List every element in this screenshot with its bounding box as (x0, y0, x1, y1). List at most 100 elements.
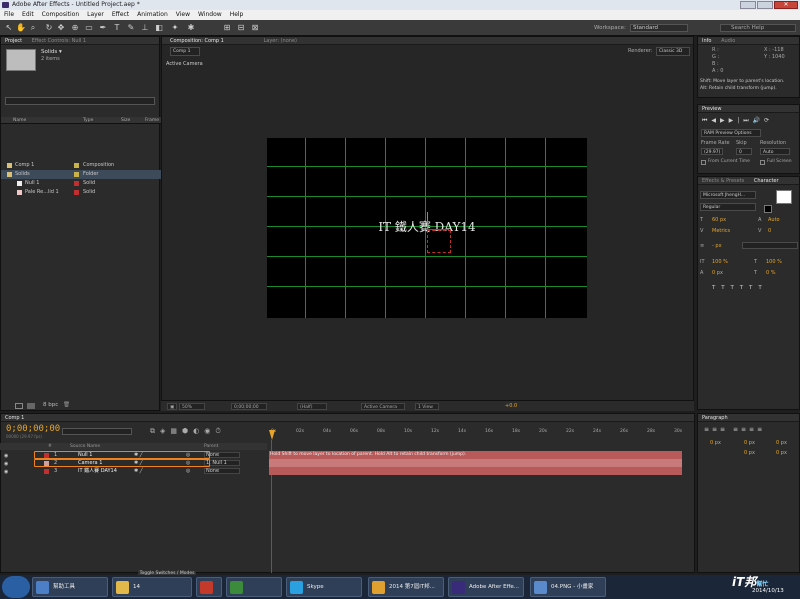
label-color-swatch[interactable] (74, 190, 79, 195)
skip-dropdown[interactable]: 0 (736, 148, 752, 155)
layer-mode-icon[interactable]: ◎ (186, 459, 190, 467)
close-button[interactable]: ✕ (774, 1, 798, 9)
alignment-buttons[interactable]: ≡≡≡ ≡≡≡≡ (704, 426, 765, 433)
tab-preview[interactable]: Preview (702, 105, 721, 113)
menu-view[interactable]: View (176, 10, 190, 20)
tab-composition[interactable]: Composition: Comp 1 (170, 37, 224, 45)
timeline-layer-row[interactable]: ◉ 1 Null 1 ✱ ╱ ◎ None (0, 451, 267, 459)
font-family-dropdown[interactable]: Microsoft JhengH... (700, 191, 756, 199)
menu-window[interactable]: Window (198, 10, 222, 20)
comp-1-subtab[interactable]: Comp 1 (170, 47, 200, 56)
start-button[interactable] (2, 576, 30, 598)
menu-layer[interactable]: Layer (87, 10, 104, 20)
baseline-shift-value[interactable]: 0 px (712, 270, 723, 276)
type-tool-icon[interactable]: T (112, 23, 122, 33)
col-type[interactable]: Type (83, 117, 93, 124)
camera-tool-icon[interactable]: ✥ (56, 23, 66, 33)
col-source-name[interactable]: Source Name (70, 443, 100, 450)
tab-effects-presets[interactable]: Effects & Presets (702, 177, 744, 185)
taskbar-button[interactable]: 幫助工具 (32, 577, 108, 597)
horizontal-scale-value[interactable]: 100 % (766, 259, 782, 265)
col-parent[interactable]: Parent (204, 443, 218, 450)
pen-tool-icon[interactable]: ✒ (98, 23, 108, 33)
ram-preview-options-dropdown[interactable]: RAM Preview Options (701, 129, 761, 137)
tab-character[interactable]: Character (754, 177, 779, 185)
leading-value[interactable]: Auto (768, 217, 780, 223)
layer-switches[interactable]: ✱ ╱ (134, 451, 143, 459)
puppet-tool-icon[interactable]: ✱ (186, 23, 196, 33)
space-before-value[interactable]: 0 px (744, 450, 755, 456)
rectangle-tool-icon[interactable]: ▭ (84, 23, 94, 33)
layer-switches[interactable]: ✱ ╱ (134, 467, 143, 475)
stroke-type-dropdown[interactable] (742, 242, 798, 249)
trash-icon[interactable]: 🗑 (63, 402, 70, 408)
menu-edit[interactable]: Edit (22, 10, 34, 20)
maximize-button[interactable] (757, 1, 773, 9)
clone-tool-icon[interactable]: ⊥ (140, 23, 150, 33)
tab-layer[interactable]: Layer: (none) (263, 37, 297, 45)
label-color-swatch[interactable] (74, 172, 79, 177)
layer-name[interactable]: Camera 1 (78, 459, 102, 467)
indent-right-value[interactable]: 0 px (744, 440, 755, 446)
project-row[interactable]: Comp 1 Composition (1, 161, 161, 170)
col-name[interactable]: Name (13, 117, 26, 124)
taskbar-button[interactable]: 04.PNG - 小畫家 (530, 577, 606, 597)
search-help-input[interactable]: Search Help (720, 24, 796, 32)
layer-name[interactable]: Null 1 (78, 451, 92, 459)
timeline-layer-row[interactable]: ◉ 3 IT 鐵人賽 DAY14 ✱ ╱ ◎ None (0, 467, 267, 475)
layer-switches[interactable]: ✱ ╱ (134, 459, 143, 467)
tab-info[interactable]: Info (702, 37, 711, 45)
new-folder-icon[interactable] (27, 403, 35, 409)
full-screen-checkbox[interactable] (760, 160, 765, 165)
timeline-switch-icons[interactable]: ⧉◈▦⬢◐◉⏱ (150, 427, 226, 436)
layer-label-color[interactable] (44, 461, 49, 466)
timeline-search-input[interactable] (62, 428, 132, 435)
null-object-bounds[interactable] (427, 230, 451, 253)
zoom-dropdown[interactable]: 50% (179, 403, 205, 410)
tab-audio[interactable]: Audio (721, 37, 735, 45)
indent-left-value[interactable]: 0 px (710, 440, 721, 446)
label-color-swatch[interactable] (74, 163, 79, 168)
layer-label-color[interactable] (44, 469, 49, 474)
timeline-ruler[interactable]: 0s02s04s06s08s10s12s14s16s18s20s22s24s26… (269, 428, 685, 442)
views-dropdown[interactable]: 1 View (415, 403, 439, 410)
font-size-value[interactable]: 60 px (712, 217, 726, 223)
label-color-swatch[interactable] (74, 181, 79, 186)
col-frame[interactable]: Frame (145, 117, 159, 124)
tab-project[interactable]: Project (5, 37, 22, 45)
timeline-timecode[interactable]: 0;00;00;00 (6, 424, 60, 434)
menu-animation[interactable]: Animation (137, 10, 168, 20)
resolution-dropdown[interactable]: (Half) (297, 403, 327, 410)
interpret-footage-icon[interactable] (15, 403, 23, 409)
col-size[interactable]: Size (121, 117, 130, 124)
zoom-tool-icon[interactable]: ⌕ (28, 23, 38, 33)
space-after-value[interactable]: 0 px (776, 450, 787, 456)
pan-behind-tool-icon[interactable]: ⊕ (70, 23, 80, 33)
taskbar-date[interactable]: 2014/10/13 (752, 588, 784, 594)
taskbar-button[interactable]: Skype (286, 577, 362, 597)
layer-duration-bar[interactable] (269, 459, 682, 467)
parent-dropdown[interactable]: None (204, 468, 240, 474)
tab-paragraph[interactable]: Paragraph (702, 414, 728, 422)
workspace-dropdown[interactable]: Standard (630, 24, 688, 32)
tsume-value[interactable]: 0 % (766, 270, 776, 276)
rotate-tool-icon[interactable]: ↻ (44, 23, 54, 33)
taskbar-button[interactable] (226, 577, 282, 597)
local-axis-icon[interactable]: ⊞ (222, 23, 232, 33)
project-row[interactable]: Null 1 Solid (1, 179, 161, 188)
layer-label-color[interactable] (44, 453, 49, 458)
visibility-eye-icon[interactable]: ◉ (4, 468, 8, 476)
world-axis-icon[interactable]: ⊟ (236, 23, 246, 33)
menu-file[interactable]: File (4, 10, 14, 20)
tab-effect-controls[interactable]: Effect Controls: Null 1 (32, 37, 86, 45)
magnification-icon[interactable]: ▣ (167, 403, 178, 410)
preview-resolution-dropdown[interactable]: Auto (760, 148, 790, 155)
selection-tool-icon[interactable]: ↖ (4, 23, 14, 33)
layer-mode-icon[interactable]: ◎ (186, 451, 190, 459)
font-style-dropdown[interactable]: Regular (700, 203, 756, 211)
fill-color-swatch[interactable] (776, 190, 792, 204)
renderer-dropdown[interactable]: Classic 3D (656, 47, 690, 56)
exposure-value[interactable]: +0.0 (505, 403, 517, 409)
text-style-buttons[interactable]: TTTTTT (712, 285, 768, 291)
tracking-value[interactable]: 0 (768, 228, 771, 234)
